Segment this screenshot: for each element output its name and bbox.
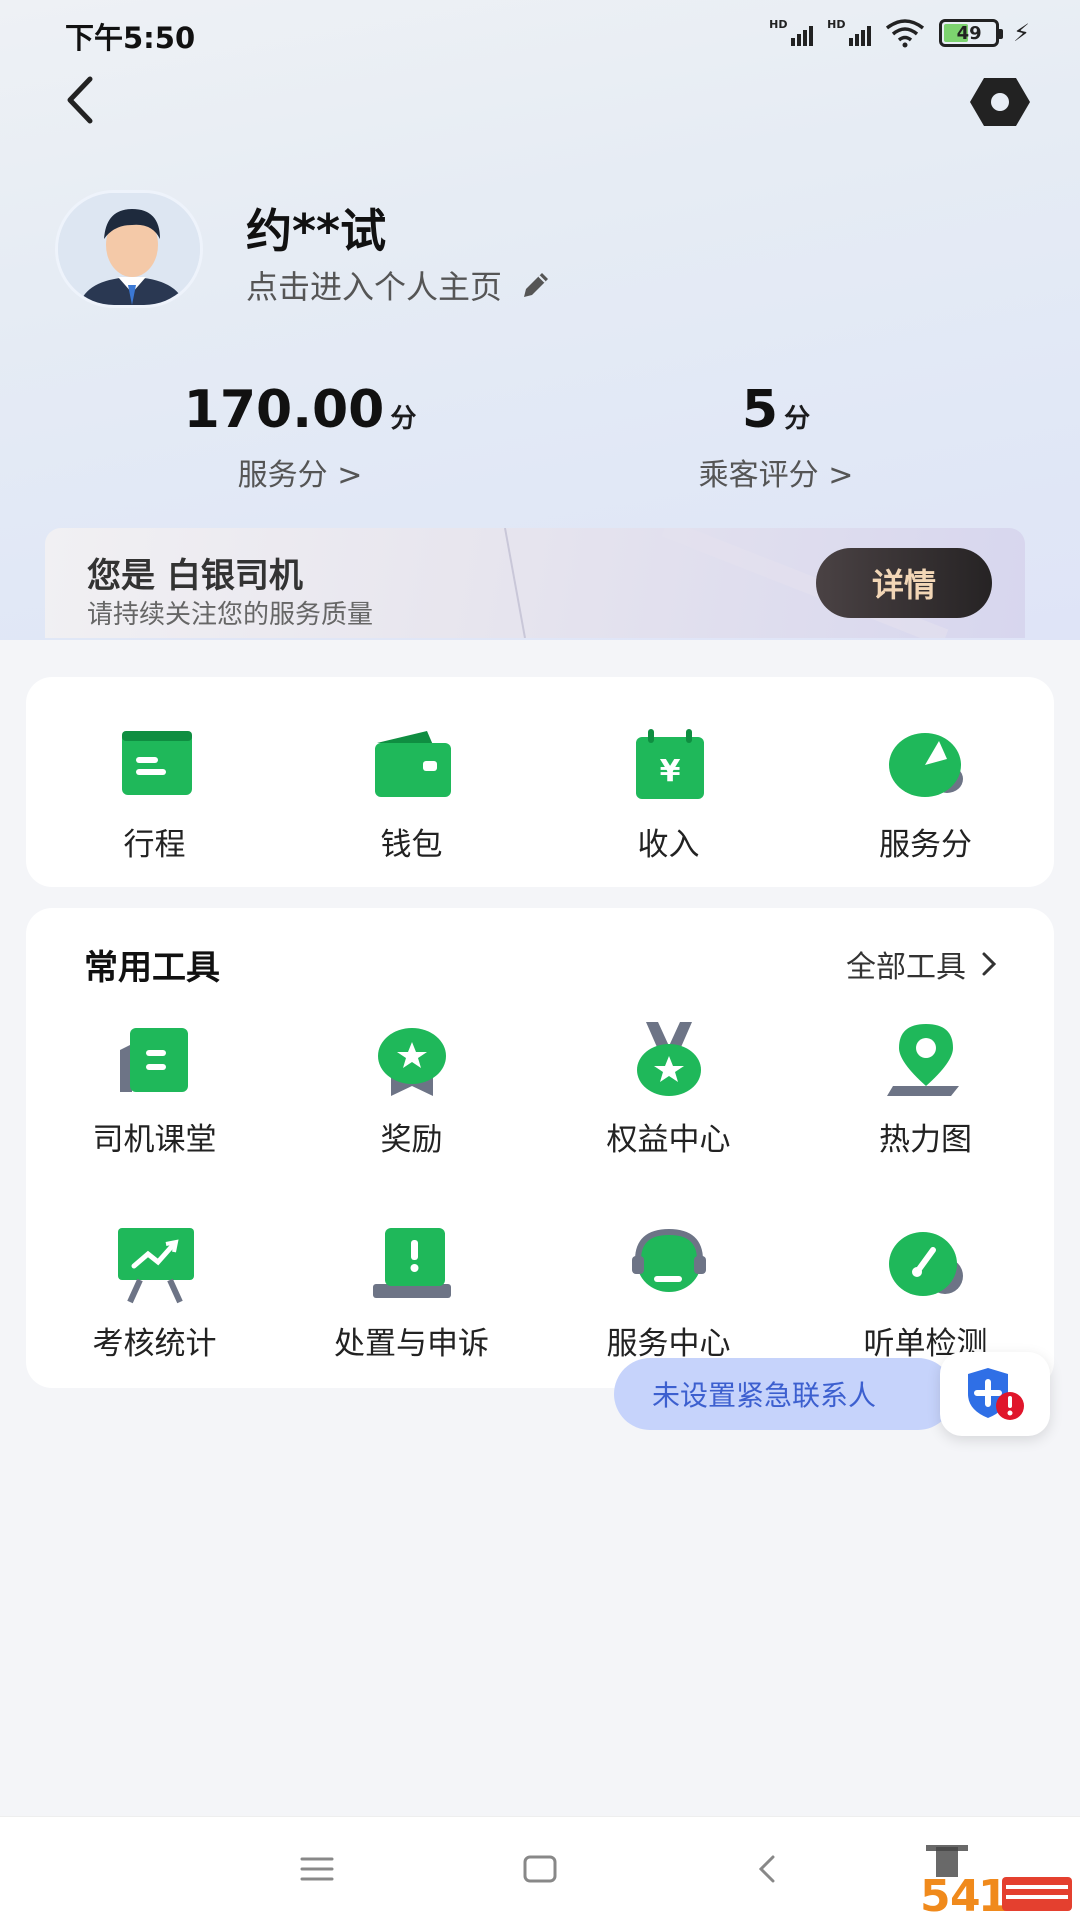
back-button[interactable]	[50, 70, 110, 130]
tool-appeal[interactable]: 处置与申诉	[283, 1224, 540, 1363]
driver-level-title: 您是 白银司机	[87, 556, 303, 596]
settings-icon	[970, 78, 1030, 126]
common-tools-title: 常用工具	[84, 948, 220, 988]
service-score-unit: 分	[390, 404, 417, 434]
battery-icon: 49	[939, 19, 1004, 47]
svg-text:¥: ¥	[659, 754, 680, 789]
emergency-contact-text: 未设置紧急联系人	[652, 1379, 877, 1412]
grid-item-label: 行程	[123, 827, 186, 863]
emergency-shield-button[interactable]	[940, 1352, 1050, 1436]
tool-driver-class[interactable]: 司机课堂	[26, 1020, 283, 1159]
grid-item-label: 收入	[637, 827, 700, 863]
reward-icon	[377, 1028, 446, 1096]
emergency-contact-prompt[interactable]: 未设置紧急联系人	[614, 1358, 954, 1430]
tool-reward[interactable]: 奖励	[283, 1020, 540, 1159]
tool-service-center[interactable]: 服务中心	[540, 1224, 797, 1363]
status-time: 下午5:50	[65, 21, 196, 55]
passenger-rating-value: 5	[741, 380, 779, 440]
all-tools-link[interactable]: 全部工具	[846, 942, 998, 986]
signal-icon: HD	[769, 18, 814, 48]
tool-label: 服务中心	[606, 1326, 731, 1362]
tool-order-check[interactable]: 听单检测	[797, 1224, 1054, 1363]
grid-item-trip[interactable]: 行程	[26, 725, 283, 864]
grid-item-label: 钱包	[380, 827, 443, 863]
main-functions-card: 行程 钱包 ¥ 收入 服务分	[26, 677, 1054, 887]
profile-link-label: 点击进入个人主页	[246, 268, 503, 306]
tool-label: 处置与申诉	[334, 1326, 489, 1362]
avatar[interactable]	[55, 190, 203, 308]
service-score-stat[interactable]: 170.00 分 服务分 >	[130, 380, 470, 494]
service-score-label: 服务分 >	[237, 458, 363, 493]
driver-profile-page: 下午5:50 HD HD 49 ⚡ 约**试 点击进入个人主页 170.00 分…	[0, 0, 1080, 1920]
tool-label: 权益中心	[606, 1122, 731, 1158]
system-navigation-bar: 5 4 1	[0, 1816, 1080, 1920]
avatar-image	[58, 193, 200, 305]
tool-heatmap[interactable]: 热力图	[797, 1020, 1054, 1159]
username[interactable]: 约**试	[246, 195, 386, 261]
home-icon	[523, 1855, 557, 1883]
benefits-icon	[636, 1022, 701, 1096]
appeal-icon	[372, 1228, 451, 1298]
shield-alert-icon	[968, 1368, 1024, 1420]
common-tools-card: 常用工具 全部工具 司机课堂 奖励 权益中心 热力图 考核统计 处置与申诉 服务…	[26, 908, 1054, 1388]
signal-icon: HD	[827, 18, 872, 48]
status-icons: HD HD 49 ⚡	[769, 18, 1030, 48]
tools-row-2: 考核统计 处置与申诉 服务中心 听单检测	[26, 1224, 1054, 1363]
tool-label: 考核统计	[92, 1326, 217, 1362]
service-score-icon	[888, 733, 963, 797]
chevron-left-icon	[67, 76, 93, 124]
wifi-icon	[886, 19, 925, 48]
charging-icon: ⚡	[1013, 19, 1030, 47]
back-icon	[758, 1855, 775, 1883]
passenger-rating-stat[interactable]: 5分 乘客评分 >	[606, 380, 946, 494]
tool-assessment[interactable]: 考核统计	[26, 1224, 283, 1363]
assessment-icon	[117, 1228, 194, 1304]
tool-label: 司机课堂	[92, 1122, 217, 1158]
status-bar: 下午5:50 HD HD 49 ⚡	[0, 0, 1080, 70]
heatmap-icon	[886, 1024, 959, 1096]
tools-row-1: 司机课堂 奖励 权益中心 热力图	[26, 1020, 1054, 1159]
detail-button[interactable]: 详情	[816, 548, 992, 618]
driver-level-banner: 您是 白银司机 请持续关注您的服务质量 详情	[45, 528, 1025, 638]
profile-link[interactable]: 点击进入个人主页	[246, 262, 552, 308]
passenger-rating-label: 乘客评分 >	[698, 458, 854, 493]
grid-item-service-score[interactable]: 服务分	[797, 725, 1054, 864]
driver-level-subtitle: 请持续关注您的服务质量	[87, 600, 374, 630]
chevron-right-icon	[982, 952, 997, 976]
grid-item-label: 服务分	[879, 827, 972, 863]
svg-text:4: 4	[950, 1871, 981, 1920]
menu-button[interactable]	[292, 1847, 342, 1891]
home-button[interactable]	[515, 1847, 565, 1891]
grid-item-wallet[interactable]: 钱包	[283, 725, 540, 864]
driver-class-icon	[119, 1028, 188, 1092]
wallet-icon	[374, 731, 451, 797]
order-check-icon	[888, 1232, 963, 1296]
service-score-value: 170.00	[183, 380, 385, 440]
tool-benefits-center[interactable]: 权益中心	[540, 1020, 797, 1159]
service-center-icon	[631, 1228, 706, 1292]
passenger-rating-unit: 分	[784, 404, 811, 434]
settings-button[interactable]	[965, 72, 1035, 132]
watermark-logo: 5 4 1	[920, 1845, 1072, 1920]
edit-icon	[524, 273, 549, 297]
all-tools-label: 全部工具	[846, 950, 966, 985]
menu-icon	[300, 1857, 334, 1881]
system-back-button[interactable]	[742, 1847, 792, 1891]
grid-item-income[interactable]: ¥ 收入	[540, 725, 797, 864]
svg-text:5: 5	[920, 1871, 951, 1920]
tool-label: 热力图	[879, 1122, 972, 1158]
income-icon: ¥	[635, 729, 704, 799]
main-functions-grid: 行程 钱包 ¥ 收入 服务分	[26, 725, 1054, 864]
trip-icon	[121, 731, 192, 795]
tool-label: 奖励	[380, 1122, 443, 1158]
